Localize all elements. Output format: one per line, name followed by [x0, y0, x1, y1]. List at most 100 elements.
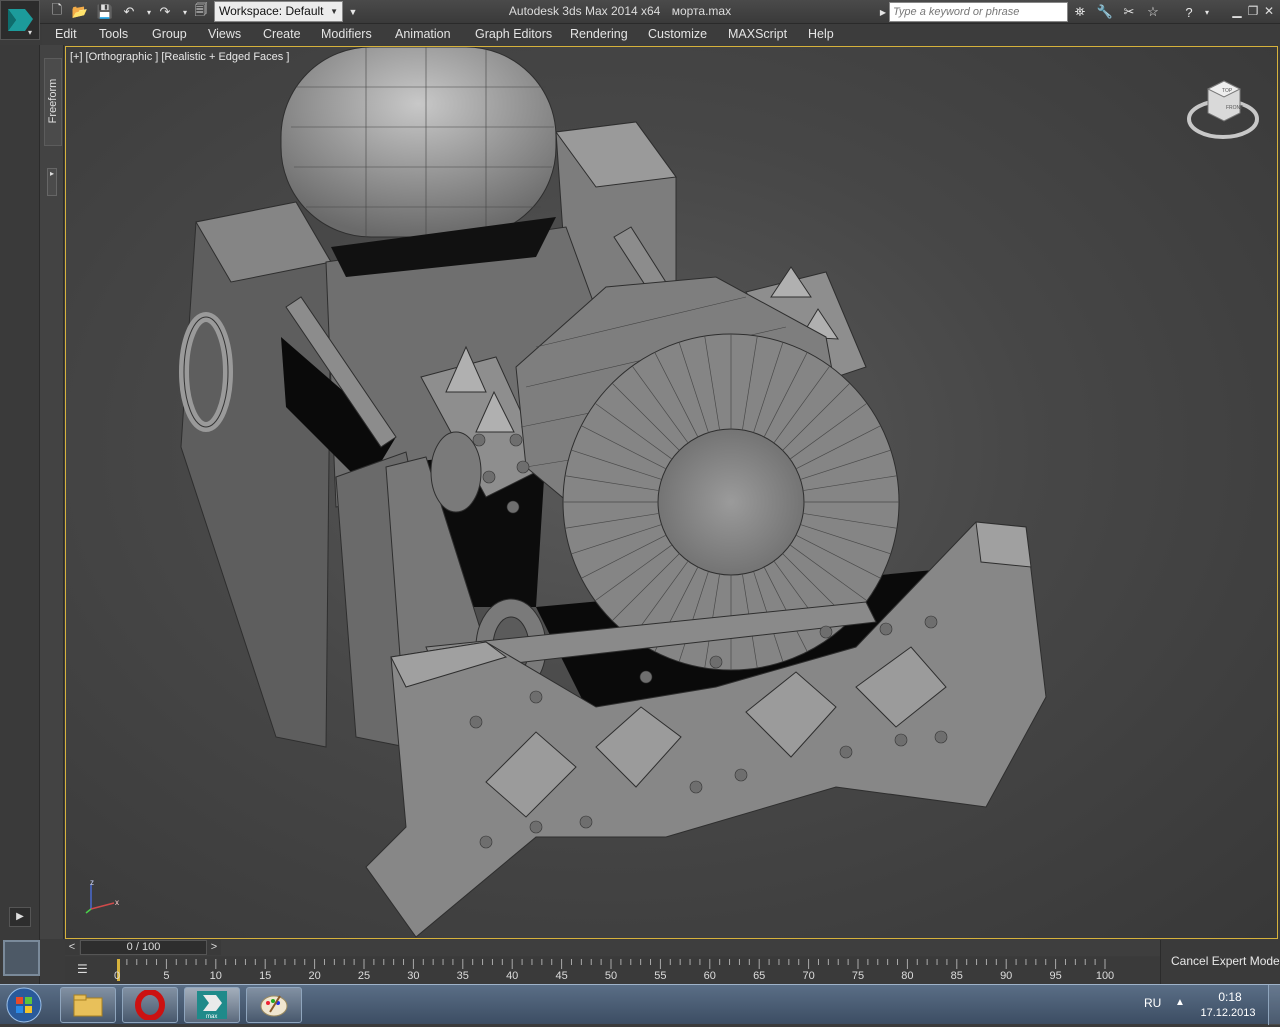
time-slider-prev-button[interactable]: <	[65, 940, 79, 955]
tick-label: 20	[308, 970, 321, 982]
time-slider[interactable]: < 0 / 100 >	[65, 940, 1160, 956]
catapult-model	[179, 47, 1047, 938]
viewport-shading[interactable]: [Realistic + Edged Faces ]	[161, 51, 289, 63]
taskbar-paint[interactable]	[246, 987, 302, 1023]
undo-icon[interactable]: ↶	[120, 3, 138, 21]
time-slider-thumb[interactable]: 0 / 100	[80, 940, 207, 955]
viewcube-icon[interactable]: TOP FRONT	[1186, 75, 1266, 145]
tick-label: 80	[901, 970, 914, 982]
taskbar-explorer[interactable]	[60, 987, 116, 1023]
max-icon-label: max	[206, 1014, 217, 1020]
base-left-body	[180, 201, 332, 748]
rivet	[639, 670, 653, 684]
front-plate-right-rim	[975, 521, 1032, 568]
cancel-expert-mode-button[interactable]: Cancel Expert Mode	[1171, 954, 1280, 968]
open-file-icon[interactable]: 📂	[71, 3, 89, 21]
tick-label: 5	[163, 970, 170, 982]
rivet	[839, 745, 853, 759]
rivet	[879, 622, 893, 636]
ribbon-expand-button[interactable]: ▸	[47, 168, 57, 196]
paint-palette-icon	[260, 995, 288, 1017]
ribbon-tab-freeform[interactable]: Freeform	[44, 58, 62, 146]
tick-label: 55	[654, 970, 667, 982]
rivet	[482, 470, 496, 484]
tick-label: 10	[209, 970, 222, 982]
chevron-down-icon: ▼	[330, 7, 338, 16]
minimize-icon[interactable]: ▁	[1230, 4, 1244, 18]
app-menu-button[interactable]: ▾	[0, 0, 40, 40]
new-file-icon[interactable]: 🗋	[48, 2, 66, 21]
menu-help[interactable]: Help	[808, 27, 834, 41]
start-button[interactable]	[2, 986, 46, 1024]
tick-label: 25	[357, 970, 371, 982]
rivet	[819, 625, 833, 639]
tick-label: 65	[753, 970, 766, 982]
rivet	[506, 500, 520, 514]
tick-label: 50	[604, 970, 618, 982]
menu-graph-editors[interactable]: Graph Editors	[475, 27, 552, 41]
restore-icon[interactable]: ❐	[1246, 4, 1260, 18]
rivet	[509, 433, 523, 447]
favorites-star-icon[interactable]: ☆	[1144, 3, 1162, 21]
save-file-icon[interactable]: 💾	[96, 3, 114, 21]
menu-create[interactable]: Create	[263, 27, 301, 41]
viewport-point-of-view[interactable]: [Orthographic ]	[86, 51, 159, 63]
window-title: Autodesk 3ds Max 2014 x64 морта.max	[470, 4, 770, 18]
rivet	[472, 433, 486, 447]
rivet	[516, 460, 530, 474]
tick-label: 100	[1095, 970, 1115, 982]
help-icon[interactable]: ?	[1180, 3, 1198, 21]
viewport-menu-plus[interactable]: [+]	[70, 51, 83, 63]
taskbar-3dsmax[interactable]: max	[184, 987, 240, 1023]
language-indicator[interactable]: RU	[1144, 996, 1161, 1010]
minilistener-preview[interactable]	[3, 940, 40, 976]
menu-animation[interactable]: Animation	[395, 27, 451, 41]
rivet	[529, 820, 543, 834]
quick-access-dropdown-icon[interactable]: ▼	[344, 3, 362, 21]
viewport-orthographic[interactable]: [+] [Orthographic ] [Realistic + Edged Fac…	[65, 46, 1278, 939]
menu-tools[interactable]: Tools	[99, 27, 128, 41]
menu-maxscript[interactable]: MAXScript	[728, 27, 787, 41]
show-desktop-button[interactable]	[1268, 985, 1280, 1025]
folder-icon	[73, 994, 103, 1017]
viewcube-front-label: FRONT	[1226, 105, 1243, 111]
track-bar[interactable]: ☰ 0 5 10 15 20 25 30 35 40 45 50 55 60 65 70 75 80 85 90 95…	[65, 957, 1160, 984]
rivet	[709, 655, 723, 669]
viewport-label[interactable]: [+] [Orthographic ] [Realistic + Edged Fac…	[70, 51, 292, 63]
3dsmax-taskbar-icon: max	[197, 991, 227, 1020]
tick-label: 40	[506, 970, 519, 982]
clock-date[interactable]: 17.12.2013	[1196, 1007, 1260, 1019]
workspace-dropdown[interactable]: Workspace: Default ▼	[214, 1, 343, 22]
menu-customize[interactable]: Customize	[648, 27, 707, 41]
redo-icon[interactable]: ↷	[156, 3, 174, 21]
time-slider-next-button[interactable]: >	[207, 940, 221, 955]
play-panel-icon[interactable]: ▶	[9, 907, 31, 927]
clock-time[interactable]: 0:18	[1205, 990, 1255, 1004]
menu-rendering[interactable]: Rendering	[570, 27, 628, 41]
app-title: Autodesk 3ds Max 2014 x64	[508, 4, 661, 18]
menu-group[interactable]: Group	[152, 27, 187, 41]
file-name: морта.max	[671, 4, 732, 18]
left-tool-strip	[0, 45, 40, 984]
windows-logo-icon	[6, 987, 42, 1023]
taskbar-opera[interactable]	[122, 987, 178, 1023]
tools-icon[interactable]: 🔧	[1096, 3, 1114, 21]
help-dropdown-icon[interactable]: ▾	[1198, 3, 1216, 21]
menu-edit[interactable]: Edit	[55, 27, 77, 41]
menu-modifiers[interactable]: Modifiers	[321, 27, 372, 41]
close-icon[interactable]: ✕	[1262, 4, 1276, 18]
binoculars-icon[interactable]: ⛯	[1071, 3, 1089, 21]
open-mini-curve-editor-icon[interactable]: ☰	[77, 962, 95, 978]
communication-center-icon[interactable]: ✂	[1120, 3, 1138, 21]
tick-label: 0	[113, 970, 121, 982]
ribbon-tab-label: Freeform	[47, 78, 59, 124]
show-hidden-icons-icon[interactable]: ▲	[1175, 997, 1185, 1008]
project-folder-icon[interactable]: 🗐	[192, 2, 210, 21]
search-input[interactable]: Type a keyword or phrase	[889, 2, 1068, 22]
title-bar: ▾ 🗋 📂 💾 ↶ ▾ ↷ ▾ 🗐 Workspace: Default ▼ ▼…	[0, 0, 1280, 40]
menu-bar: Edit Tools Group Views Create Modifiers …	[42, 24, 1280, 45]
rivet	[689, 780, 703, 794]
tick-label: 60	[703, 970, 716, 982]
menu-views[interactable]: Views	[208, 27, 241, 41]
rivet	[734, 768, 748, 782]
